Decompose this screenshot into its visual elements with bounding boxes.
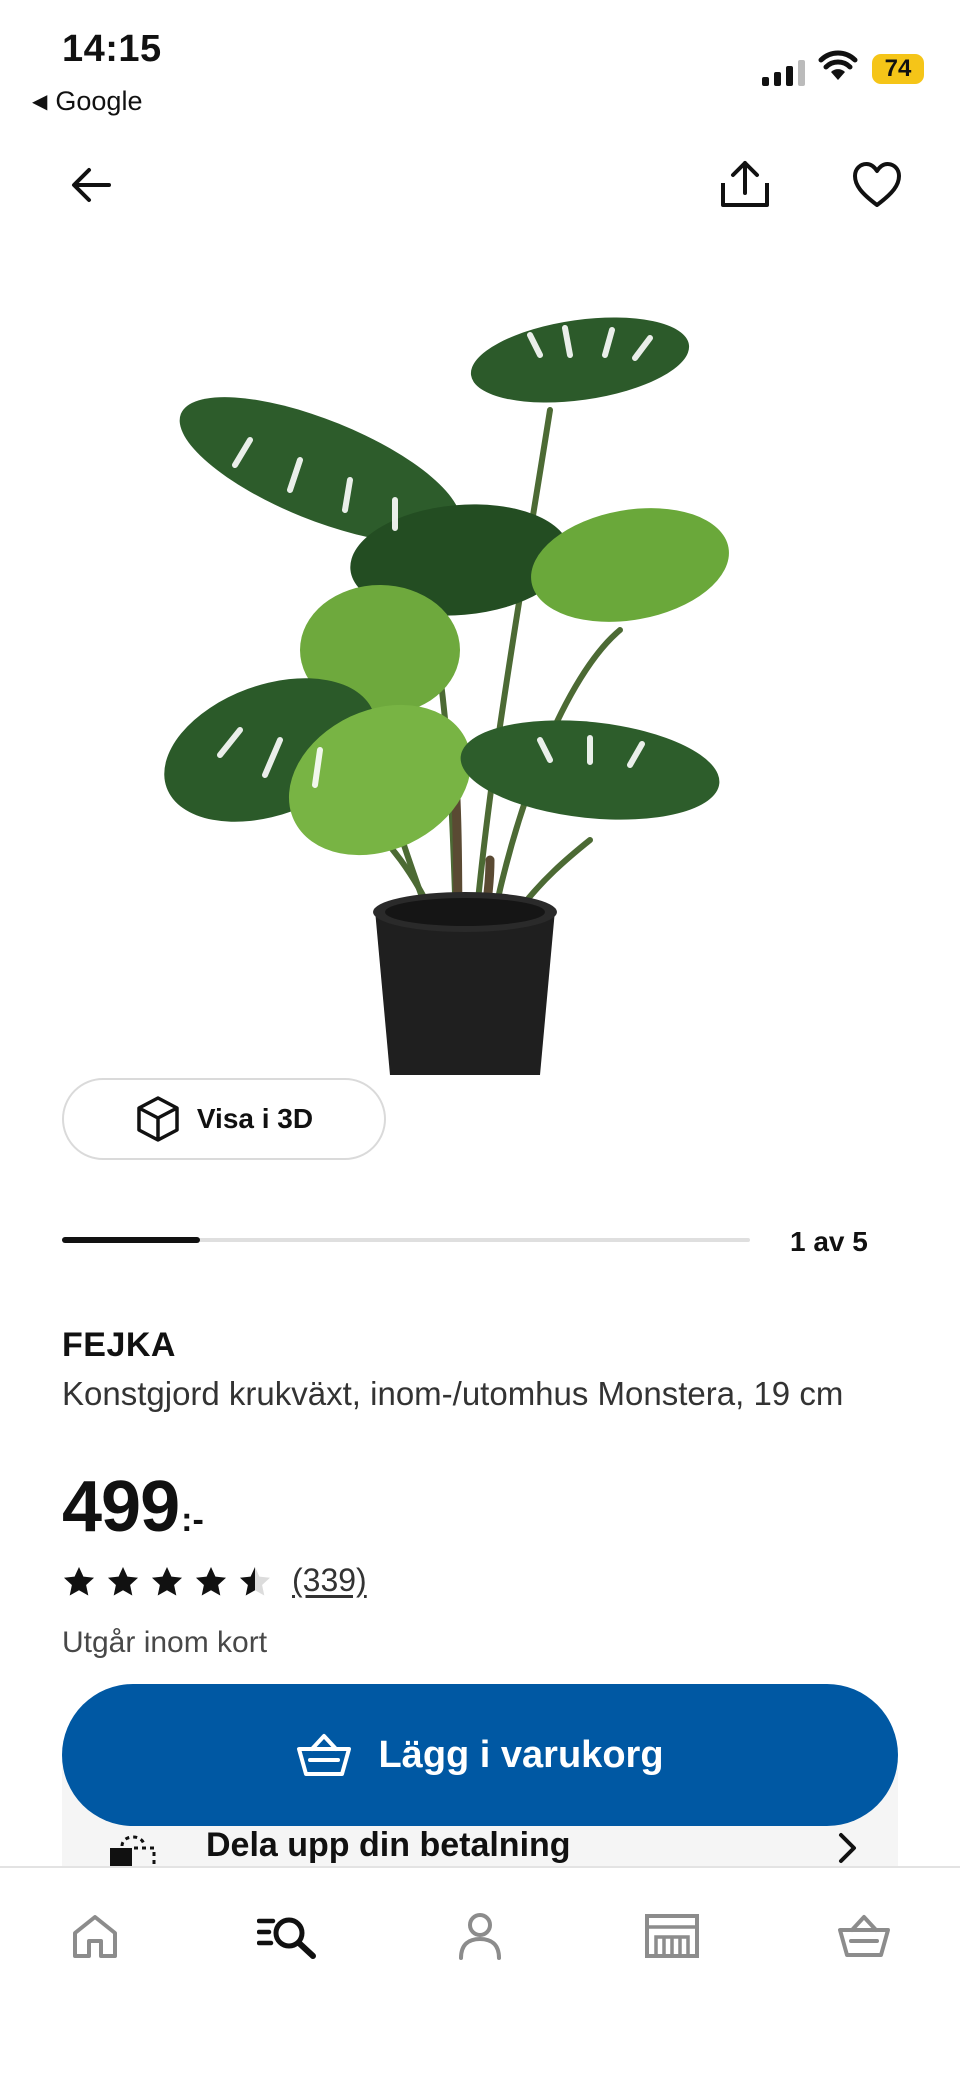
- add-to-cart-label: Lägg i varukorg: [378, 1733, 664, 1776]
- star-icon: [108, 1566, 138, 1595]
- cellular-signal-icon: [762, 60, 805, 86]
- home-icon: [73, 1915, 117, 1958]
- star-icon: [64, 1566, 94, 1595]
- status-time: 14:15: [62, 28, 162, 70]
- star-icon: [152, 1566, 182, 1595]
- add-to-cart-button[interactable]: Lägg i varukorg: [62, 1684, 898, 1826]
- share-icon: [721, 161, 769, 207]
- back-to-app-link[interactable]: ◀ Google: [32, 86, 142, 117]
- favorite-button[interactable]: [842, 150, 912, 220]
- price-value: 499: [62, 1467, 180, 1547]
- view-3d-label: Visa i 3D: [196, 1103, 314, 1134]
- back-triangle-icon: ◀: [32, 91, 48, 113]
- product-rating[interactable]: (339): [62, 1562, 367, 1599]
- price-suffix: :-: [181, 1501, 204, 1539]
- product-description: Konstgjord krukväxt, inom-/utomhus Monst…: [62, 1375, 844, 1412]
- back-app-label: Google: [55, 86, 143, 116]
- heart-icon: [853, 162, 901, 207]
- battery-indicator: 74: [872, 54, 924, 84]
- view-3d-button[interactable]: Visa i 3D: [62, 1078, 386, 1160]
- basket-icon: [838, 1915, 890, 1957]
- arrow-left-icon: [72, 168, 111, 202]
- gallery-page-indicator: 1 av 5: [790, 1226, 868, 1257]
- availability-status: Utgår inom kort: [62, 1626, 268, 1659]
- tab-home[interactable]: [55, 1896, 135, 1976]
- cube-3d-icon: [137, 1096, 179, 1142]
- rating-stars: [62, 1565, 272, 1597]
- store-icon: [645, 1914, 699, 1958]
- star-icon: [196, 1566, 226, 1595]
- profile-icon: [459, 1913, 501, 1960]
- product-brand: FEJKA: [62, 1326, 176, 1364]
- wifi-icon: [818, 50, 858, 80]
- product-price: 499 :-: [62, 1466, 204, 1548]
- installment-label: Dela upp din betalning: [206, 1826, 571, 1864]
- back-button[interactable]: [56, 150, 126, 220]
- chevron-right-icon: [839, 1833, 856, 1863]
- star-icon: [240, 1566, 270, 1595]
- tab-store[interactable]: [632, 1896, 712, 1976]
- tab-search[interactable]: [248, 1896, 328, 1976]
- share-button[interactable]: [710, 150, 780, 220]
- tab-basket[interactable]: [824, 1896, 904, 1976]
- basket-icon: [297, 1734, 352, 1776]
- product-image: [164, 317, 729, 1075]
- search-icon: [257, 1917, 316, 1959]
- tab-profile[interactable]: [440, 1896, 520, 1976]
- review-count-link[interactable]: (339): [292, 1562, 367, 1599]
- gallery-progress-fill: [62, 1237, 200, 1243]
- gallery-progress: [62, 1237, 750, 1243]
